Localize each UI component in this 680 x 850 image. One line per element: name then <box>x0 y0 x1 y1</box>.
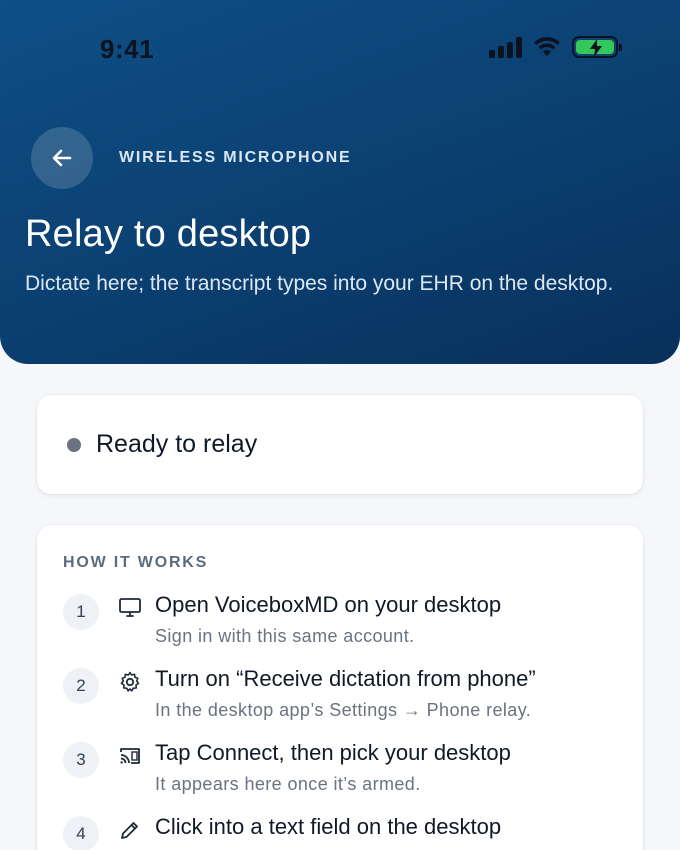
how-it-works-title: HOW IT WORKS <box>63 554 209 571</box>
step-2: 2 Turn on “Receive dictation from phone”… <box>37 666 643 738</box>
step-title: Click into a text field on the desktop <box>155 814 502 839</box>
how-it-works-card: HOW IT WORKS 1 Open VoiceboxMD on your d… <box>37 525 643 850</box>
step-description: It appears here once it’s armed. <box>155 774 421 794</box>
monitor-icon <box>119 598 141 617</box>
step-3: 3 Tap Connect, then pick your desktop It… <box>37 740 643 812</box>
relay-status-card: Ready to relay <box>37 395 643 494</box>
step-description: Sign in with this same account. <box>155 626 415 646</box>
step-title: Tap Connect, then pick your desktop <box>155 740 511 765</box>
step-number: 2 <box>63 668 99 704</box>
step-description: In the desktop app’s Settings → Phone re… <box>155 700 532 720</box>
status-bar: 9:41 <box>0 0 680 100</box>
status-icons <box>489 36 622 58</box>
page-subtitle: Dictate here; the transcript types into … <box>25 272 614 295</box>
relay-status-text: Ready to relay <box>96 430 258 458</box>
arrow-left-icon <box>52 149 72 167</box>
step-4: 4 Click into a text field on the desktop <box>37 814 643 850</box>
step-title: Open VoiceboxMD on your desktop <box>155 592 502 617</box>
page-title: Relay to desktop <box>25 213 312 255</box>
back-button[interactable] <box>31 127 93 189</box>
gear-icon <box>120 671 140 692</box>
pencil-icon <box>121 822 138 839</box>
wifi-icon <box>534 37 560 56</box>
section-eyebrow: WIRELESS MICROPHONE <box>119 149 352 166</box>
header: 9:41 WIRELESS MICROPHONE Relay to deskto… <box>0 0 680 364</box>
cellular-signal-icon <box>489 36 522 58</box>
step-title: Turn on “Receive dictation from phone” <box>155 666 536 691</box>
status-time: 9:41 <box>100 34 155 64</box>
step-number: 4 <box>63 816 99 850</box>
battery-charging-icon <box>572 36 622 58</box>
step-number: 3 <box>63 742 99 778</box>
step-1: 1 Open VoiceboxMD on your desktop Sign i… <box>37 592 643 664</box>
cast-icon <box>120 748 140 764</box>
status-indicator-dot <box>67 438 81 452</box>
step-number: 1 <box>63 594 99 630</box>
